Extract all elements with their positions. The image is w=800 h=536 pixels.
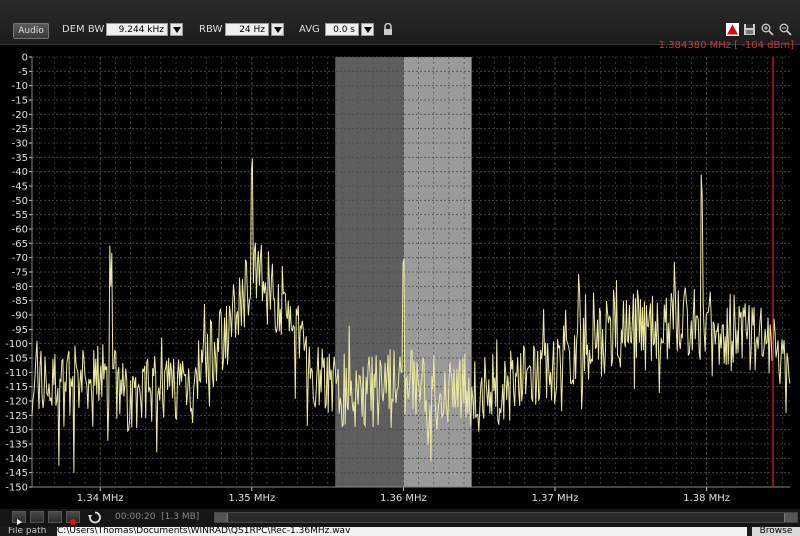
y-tick-label: -15 [12,96,28,107]
lock-icon[interactable] [383,23,393,36]
y-tick-label: -65 [12,239,28,250]
dem-bw-dropdown-button[interactable] [170,23,183,36]
rbw-dropdown-button[interactable] [271,23,284,36]
stop-button[interactable] [30,511,44,523]
y-tick-label: -75 [12,268,28,279]
avg-label: AVG [299,24,320,35]
y-tick-label: -35 [12,153,28,164]
y-tick-label: -120 [5,397,28,408]
y-tick-label: -60 [12,225,28,236]
record-button[interactable] [66,511,80,525]
zoom-out-icon[interactable] [779,23,792,36]
y-tick-label: -70 [12,253,28,264]
y-tick-label: -30 [12,139,28,150]
y-tick-label: -10 [12,81,28,92]
transport-bar: 00:00:20 [1.3 MB] [0,509,800,527]
slider-thumb[interactable] [215,513,228,522]
zoom-in-icon[interactable] [761,23,774,36]
file-size: [1.3 MB] [161,512,200,522]
pause-button[interactable] [48,511,62,523]
y-tick-label: -130 [5,425,28,436]
spectrum-plot[interactable]: 0 -5 -10 -15 -20 -25 -30 -35 -40 -45 -50 -55 -60 -65 -… [0,44,800,509]
y-tick-label: -45 [12,182,28,193]
slider-end-button[interactable] [784,513,797,522]
peak-marker-icon[interactable] [726,23,739,36]
audio-button[interactable]: Audio [13,23,49,39]
y-tick-label: -150 [5,483,28,494]
playback-position-slider[interactable] [214,512,798,523]
y-tick-label: -135 [5,440,28,451]
x-tick-label: 1.34 MHz [77,493,124,504]
rbw-field[interactable]: 24 Hz [225,23,269,36]
y-tick-label: -140 [5,454,28,465]
y-tick-label: -50 [12,196,28,207]
file-path-row: File path C:\Users\Thomas\Documents\WINR… [0,527,800,536]
avg-field[interactable]: 0.0 s [325,23,359,36]
rbw-label: RBW [199,24,223,35]
x-tick-label: 1.36 MHz [380,493,427,504]
x-tick-label: 1.38 MHz [683,493,730,504]
y-tick-label: -55 [12,210,28,221]
y-tick-label: -85 [12,296,28,307]
y-tick-label: 0 [22,53,28,64]
y-tick-label: -90 [12,311,28,322]
file-path-label: File path [8,527,47,536]
y-tick-label: -80 [12,282,28,293]
playback-time: 00:00:20 [1.3 MB] [115,512,199,522]
browse-button[interactable]: Browse [752,527,800,536]
x-tick-label: 1.37 MHz [532,493,579,504]
dem-bw-label: DEM BW [62,24,105,35]
play-icon [17,519,22,525]
y-tick-label: -20 [12,110,28,121]
y-tick-label: -5 [18,67,28,78]
record-icon [70,519,76,525]
y-tick-label: -40 [12,167,28,178]
toolbar: Audio DEM BW 9.244 kHz RBW 24 Hz AVG 0.0… [0,0,800,51]
time-value: 00:00:20 [115,512,156,522]
y-tick-label: -25 [12,124,28,135]
y-tick-label: -95 [12,325,28,336]
file-path-field[interactable]: C:\Users\Thomas\Documents\WINRAD\QS1RPC\… [57,527,747,536]
y-tick-label: -110 [5,368,28,379]
dem-bw-field[interactable]: 9.244 kHz [106,23,168,36]
y-tick-label: -115 [5,382,28,393]
y-tick-label: -145 [5,468,28,479]
y-tick-label: -125 [5,411,28,422]
avg-dropdown-button[interactable] [361,23,374,36]
y-tick-label: -105 [5,354,28,365]
y-tick-label: -100 [5,339,28,350]
save-icon[interactable] [743,23,756,36]
x-tick-label: 1.35 MHz [228,493,275,504]
play-button[interactable] [12,511,26,525]
loop-icon[interactable] [87,510,103,525]
